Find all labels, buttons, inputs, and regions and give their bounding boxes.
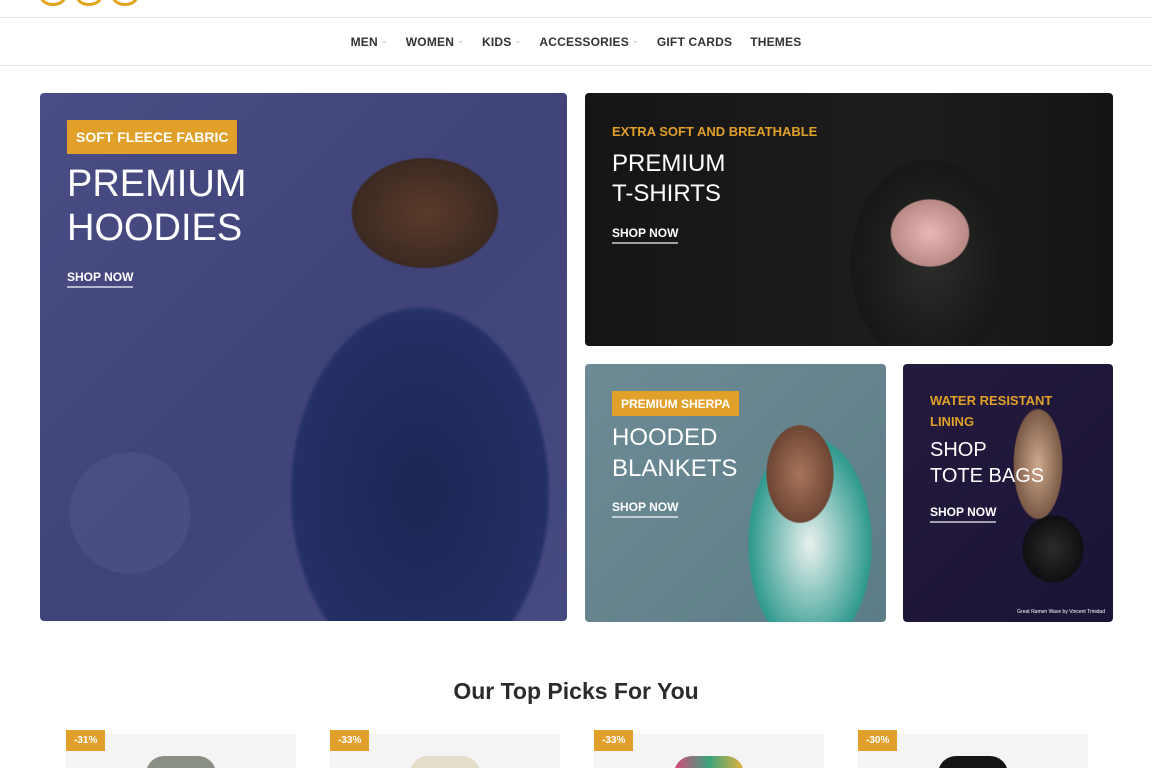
headline-line: PREMIUM <box>612 150 726 177</box>
banner-tshirts[interactable]: EXTRA SOFT AND BREATHABLE PREMIUM T-SHIR… <box>585 93 1113 346</box>
headline-line: HOODIES <box>67 206 243 249</box>
banner-hoodies[interactable]: SOFT FLEECE FABRIC PREMIUM HOODIES SHOP … <box>40 93 567 621</box>
headline-line: HOODED <box>612 424 718 451</box>
discount-badge: -33% <box>594 730 634 751</box>
headline-line: SHOP <box>930 439 987 461</box>
section-title: Our Top Picks For You <box>453 678 699 704</box>
product-card[interactable]: -33% <box>594 730 824 768</box>
chevron-down-icon: ⌄ <box>457 36 464 45</box>
banner-tote-bags[interactable]: WATER RESISTANT LINING SHOP TOTE BAGS SH… <box>903 364 1113 622</box>
logo-mark <box>112 0 138 6</box>
shop-now-link[interactable]: SHOP NOW <box>612 226 679 244</box>
headline-line: PREMIUM <box>67 163 247 205</box>
banner-kicker: WATER RESISTANT LINING <box>930 390 1052 432</box>
main-nav: MEN ⌄ WOMEN ⌄ KIDS ⌄ ACCESSORIES ⌄ GIFT … <box>0 18 1152 66</box>
chevron-down-icon: ⌄ <box>380 36 388 45</box>
nav-item-label: ACCESSORIES <box>539 34 629 49</box>
nav-item-women[interactable]: WOMEN ⌄ <box>406 35 464 49</box>
nav-item-label: KIDS <box>482 34 512 49</box>
kicker-line: LINING <box>930 414 975 429</box>
nav-item-men[interactable]: MEN ⌄ <box>351 35 388 49</box>
headline-line: TOTE BAGS <box>930 465 1045 487</box>
nav-item-label: THEMES <box>750 34 802 49</box>
product-card[interactable]: -31% <box>66 730 296 768</box>
banner-tag: SOFT FLEECE FABRIC <box>67 120 238 154</box>
nav-item-accessories[interactable]: ACCESSORIES ⌄ <box>539 35 638 49</box>
banner-headline: SHOP TOTE BAGS <box>930 437 1044 489</box>
nav-item-label: GIFT CARDS <box>656 34 733 49</box>
kicker-line: WATER RESISTANT <box>930 393 1053 408</box>
headline-line: T-SHIRTS <box>612 180 721 207</box>
product-card[interactable]: -33% <box>330 730 560 768</box>
artwork-credit: Great Ramen Wave by Vincent Trinidad <box>1017 609 1105 615</box>
discount-badge: -31% <box>66 730 106 751</box>
nav-item-themes[interactable]: THEMES <box>750 35 801 49</box>
banner-headline: PREMIUM T-SHIRTS <box>612 149 725 209</box>
shop-now-link[interactable]: SHOP NOW <box>612 500 679 518</box>
banner-blankets[interactable]: PREMIUM SHERPA HOODED BLANKETS SHOP NOW <box>585 364 886 622</box>
logo-mark <box>40 0 66 6</box>
product-card[interactable]: -30% <box>858 730 1088 768</box>
shop-now-link[interactable]: SHOP NOW <box>930 505 997 523</box>
shop-now-link[interactable]: SHOP NOW <box>67 270 134 288</box>
banner-headline: HOODED BLANKETS <box>612 422 737 484</box>
chevron-down-icon: ⌄ <box>631 36 639 45</box>
headline-line: BLANKETS <box>612 455 738 482</box>
nav-item-gift-cards[interactable]: GIFT CARDS <box>657 35 732 49</box>
discount-badge: -33% <box>330 730 370 751</box>
site-header <box>0 0 1152 18</box>
nav-item-kids[interactable]: KIDS ⌄ <box>482 35 521 49</box>
banner-headline: PREMIUM HOODIES <box>67 163 246 250</box>
banner-tag: PREMIUM SHERPA <box>612 391 740 416</box>
banner-kicker: EXTRA SOFT AND BREATHABLE <box>612 124 818 139</box>
nav-item-label: MEN <box>350 34 378 49</box>
chevron-down-icon: ⌄ <box>514 36 522 45</box>
site-logo[interactable] <box>40 0 138 6</box>
nav-item-label: WOMEN <box>405 34 455 49</box>
discount-badge: -30% <box>858 730 898 751</box>
logo-mark <box>76 0 102 6</box>
